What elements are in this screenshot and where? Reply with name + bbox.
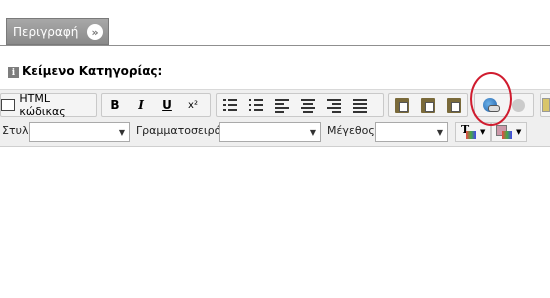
description-tab[interactable]: Περιγραφή » (6, 18, 109, 45)
paste-text-icon (421, 97, 435, 113)
clipboard-group (388, 93, 468, 117)
more-group (540, 93, 550, 117)
bullet-list-button[interactable] (243, 94, 269, 116)
align-left-button[interactable] (269, 94, 295, 116)
justify-icon (353, 99, 367, 113)
source-icon (1, 99, 16, 111)
background-color-icon (496, 125, 512, 139)
paste-button[interactable] (389, 94, 415, 116)
style-select[interactable]: ▼ (29, 122, 130, 142)
font-label: Γραμματοσειρά (136, 124, 222, 137)
size-label: Μέγεθος (327, 124, 375, 137)
page-top (0, 0, 550, 18)
highlight-circle (470, 72, 512, 126)
bullet-list-icon (249, 99, 263, 111)
unlink-icon (511, 98, 525, 112)
align-right-button[interactable] (321, 94, 347, 116)
paragraph-group (216, 93, 384, 117)
info-icon: i (8, 67, 19, 78)
superscript-button[interactable]: x² (180, 94, 206, 116)
description-tab-label: Περιγραφή (13, 24, 79, 39)
more-button[interactable] (541, 94, 550, 116)
align-right-icon (327, 99, 341, 113)
chevron-down-icon: ▼ (516, 128, 522, 136)
paste-icon (395, 97, 409, 113)
justify-button[interactable] (347, 94, 373, 116)
chevron-down-icon: ▼ (309, 127, 317, 137)
paste-word-icon (447, 97, 461, 113)
source-button[interactable]: HTML κώδικας (1, 92, 96, 118)
source-button-label: HTML κώδικας (19, 92, 66, 118)
image-icon (542, 98, 550, 112)
style-label: Στυλ (2, 124, 29, 137)
italic-button[interactable]: I (128, 94, 154, 116)
chevron-down-icon: ▼ (118, 127, 126, 137)
editor-content-area[interactable] (0, 147, 550, 298)
source-group: HTML κώδικας (0, 92, 97, 118)
bold-button[interactable]: B (102, 94, 128, 116)
size-select[interactable]: ▼ (375, 122, 448, 142)
text-color-icon: T (460, 123, 476, 139)
paste-text-button[interactable] (415, 94, 441, 116)
panel-divider (0, 45, 550, 46)
align-left-icon (275, 99, 289, 113)
text-style-group: B I U x² (101, 93, 211, 117)
chevron-down-icon: ▼ (480, 128, 486, 136)
paste-word-button[interactable] (441, 94, 467, 116)
chevron-double-down-icon[interactable]: » (87, 24, 103, 40)
underline-button[interactable]: U (154, 94, 180, 116)
numbered-list-button[interactable] (217, 94, 243, 116)
align-center-icon (301, 99, 315, 113)
chevron-down-icon: ▼ (436, 127, 444, 137)
section-title: i Κείμενο Κατηγορίας: (8, 64, 162, 78)
font-select[interactable]: ▼ (219, 122, 321, 142)
align-center-button[interactable] (295, 94, 321, 116)
numbered-list-icon (223, 99, 237, 111)
section-title-label: Κείμενο Κατηγορίας: (22, 64, 163, 78)
